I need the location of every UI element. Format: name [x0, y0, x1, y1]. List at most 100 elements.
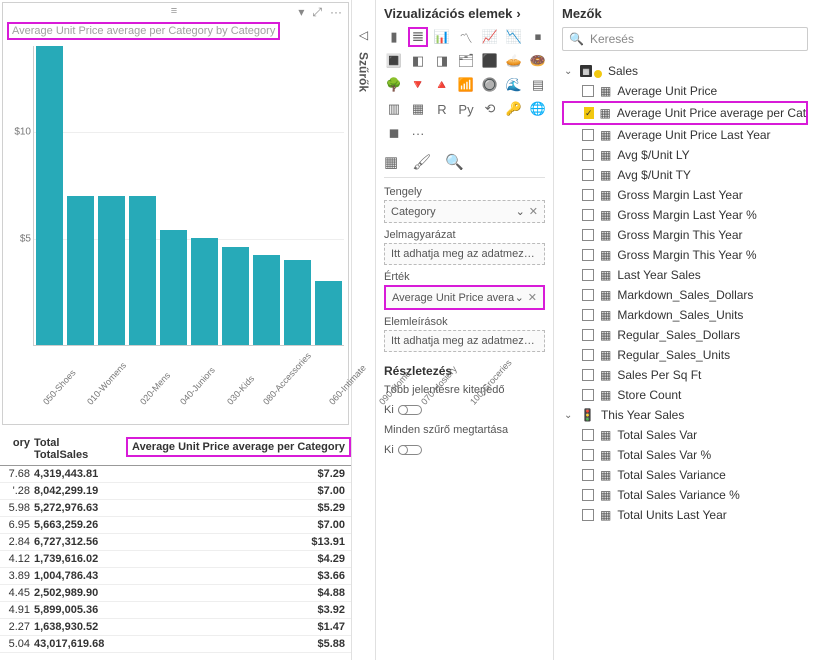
visual-type-icon[interactable]: 🔺 — [432, 75, 452, 95]
field-item[interactable]: ▦ Sales Per Sq Ft — [562, 365, 808, 385]
visual-type-icon[interactable]: ⏹ — [528, 27, 548, 47]
chevron-down-icon[interactable]: ⌄ — [516, 206, 525, 218]
table-row[interactable]: 6.95 5,663,259.26 $7.00 — [0, 517, 351, 534]
axis-well[interactable]: Category⌄✕ — [384, 200, 545, 223]
expand-filters-icon[interactable]: ◁ — [359, 28, 368, 42]
tooltips-well[interactable]: Itt adhatja meg az adatmez… — [384, 330, 545, 352]
legend-well[interactable]: Itt adhatja meg az adatmez… — [384, 243, 545, 265]
visual-type-icon[interactable]: Py — [456, 99, 476, 119]
table-row[interactable]: 5.98 5,272,976.63 $5.29 — [0, 500, 351, 517]
bar[interactable] — [284, 260, 311, 345]
data-table[interactable]: ory Total TotalSales Average Unit Price … — [0, 433, 351, 660]
field-checkbox[interactable] — [582, 369, 594, 381]
table-row[interactable]: '.28 8,042,299.19 $7.00 — [0, 483, 351, 500]
visual-type-icon[interactable]: 🔳 — [384, 51, 404, 71]
field-checkbox[interactable] — [582, 509, 594, 521]
table-row[interactable]: 3.89 1,004,786.43 $3.66 — [0, 568, 351, 585]
bar[interactable] — [253, 255, 280, 345]
field-item[interactable]: ▦ Gross Margin This Year % — [562, 245, 808, 265]
table-row[interactable]: 4.45 2,502,989.90 $4.88 — [0, 585, 351, 602]
visual-type-icon[interactable]: R — [432, 99, 452, 119]
filters-pane-collapsed[interactable]: ◁ Szűrők — [352, 0, 376, 660]
field-item[interactable]: ▦ Markdown_Sales_Units — [562, 305, 808, 325]
fields-tab-icon[interactable]: ▦ — [384, 153, 398, 171]
visual-type-icon[interactable]: ◨ — [432, 51, 452, 71]
bar[interactable] — [67, 196, 94, 346]
field-checkbox[interactable]: ✓ — [584, 107, 594, 119]
bar[interactable] — [191, 238, 218, 345]
field-checkbox[interactable] — [582, 309, 594, 321]
col-header-totalsales[interactable]: Total TotalSales — [34, 437, 126, 461]
field-item[interactable]: ▦ Last Year Sales — [562, 265, 808, 285]
field-checkbox[interactable] — [582, 389, 594, 401]
bar[interactable] — [315, 281, 342, 345]
field-item[interactable]: ▦ Total Sales Var % — [562, 445, 808, 465]
visual-type-icon[interactable]: ▮ — [384, 27, 404, 47]
fields-search[interactable]: 🔍 Keresés — [562, 27, 808, 51]
table-row[interactable]: 2.27 1,638,930.52 $1.47 — [0, 619, 351, 636]
visual-type-icon[interactable]: 📉 — [504, 27, 524, 47]
field-item[interactable]: ▦ Avg $/Unit TY — [562, 165, 808, 185]
field-checkbox[interactable] — [582, 85, 594, 97]
field-item[interactable]: ▦ Gross Margin Last Year — [562, 185, 808, 205]
remove-field-icon[interactable]: ✕ — [528, 292, 537, 304]
table-node[interactable]: ⌄ 🚦 This Year Sales — [562, 405, 808, 425]
table-row[interactable]: 4.12 1,739,616.02 $4.29 — [0, 551, 351, 568]
field-item[interactable]: ▦ Gross Margin This Year — [562, 225, 808, 245]
bar[interactable] — [98, 196, 125, 346]
field-item[interactable]: ▦ Markdown_Sales_Dollars — [562, 285, 808, 305]
bar[interactable] — [222, 247, 249, 345]
field-item[interactable]: ▦ Average Unit Price Last Year — [562, 125, 808, 145]
bar[interactable] — [160, 230, 187, 345]
visual-type-icon[interactable]: 🔑 — [504, 99, 524, 119]
field-item[interactable]: ▦ Regular_Sales_Units — [562, 345, 808, 365]
visual-type-icon[interactable]: ▤ — [528, 75, 548, 95]
visual-type-icon[interactable]: 🗂 — [456, 51, 476, 71]
visual-type-icon[interactable]: 〽 — [456, 27, 476, 47]
visual-type-icon[interactable]: 📈 — [480, 27, 500, 47]
filter-icon[interactable]: ▾ — [298, 5, 304, 20]
field-item[interactable]: ▦ Total Units Last Year — [562, 505, 808, 525]
field-checkbox[interactable] — [582, 149, 594, 161]
field-checkbox[interactable] — [582, 269, 594, 281]
visual-type-icon[interactable]: 🌳 — [384, 75, 404, 95]
field-item[interactable]: ▦ Total Sales Var — [562, 425, 808, 445]
field-checkbox[interactable] — [582, 349, 594, 361]
visual-type-icon[interactable]: 𝌆 — [408, 27, 428, 47]
values-well[interactable]: Average Unit Price avera⌄✕ — [384, 285, 545, 310]
bar[interactable] — [36, 46, 63, 345]
field-item[interactable]: ▦ Average Unit Price — [562, 81, 808, 101]
field-item[interactable]: ▦ Total Sales Variance — [562, 465, 808, 485]
table-row[interactable]: 5.04 43,017,619.68 $5.88 — [0, 636, 351, 653]
visual-type-icon[interactable]: ◼ — [384, 123, 404, 143]
visual-type-icon[interactable]: ⟲ — [480, 99, 500, 119]
focus-mode-icon[interactable]: ⤢ — [312, 5, 322, 20]
field-checkbox[interactable] — [582, 449, 594, 461]
more-options-icon[interactable]: ··· — [330, 5, 342, 20]
field-checkbox[interactable] — [582, 229, 594, 241]
field-checkbox[interactable] — [582, 489, 594, 501]
visual-type-icon[interactable]: ▥ — [384, 99, 404, 119]
keep-filters-toggle[interactable]: Ki — [384, 444, 422, 456]
table-node[interactable]: ⌄ ▦ Sales — [562, 61, 808, 81]
bar[interactable] — [129, 196, 156, 346]
drag-grip-icon[interactable]: ≡ — [171, 5, 180, 21]
field-checkbox[interactable] — [582, 429, 594, 441]
field-item[interactable]: ✓ ▦ Average Unit Price average per Cate… — [562, 101, 808, 125]
col-header-category[interactable]: ory — [0, 437, 34, 461]
field-item[interactable]: ▦ Avg $/Unit LY — [562, 145, 808, 165]
field-item[interactable]: ▦ Regular_Sales_Dollars — [562, 325, 808, 345]
field-checkbox[interactable] — [582, 209, 594, 221]
chevron-down-icon[interactable]: ⌄ — [515, 292, 524, 304]
visual-type-icon[interactable]: ⬛ — [480, 51, 500, 71]
field-checkbox[interactable] — [582, 289, 594, 301]
visual-type-icon[interactable]: 📶 — [456, 75, 476, 95]
collapse-icon[interactable]: ⌄ — [564, 66, 574, 77]
field-item[interactable]: ▦ Gross Margin Last Year % — [562, 205, 808, 225]
visual-type-icon[interactable]: ◧ — [408, 51, 428, 71]
visual-type-icon[interactable]: 🍩 — [528, 51, 548, 71]
remove-field-icon[interactable]: ✕ — [529, 206, 538, 218]
visual-type-icon[interactable]: 🥧 — [504, 51, 524, 71]
visual-type-icon[interactable]: 🌊 — [504, 75, 524, 95]
field-checkbox[interactable] — [582, 129, 594, 141]
